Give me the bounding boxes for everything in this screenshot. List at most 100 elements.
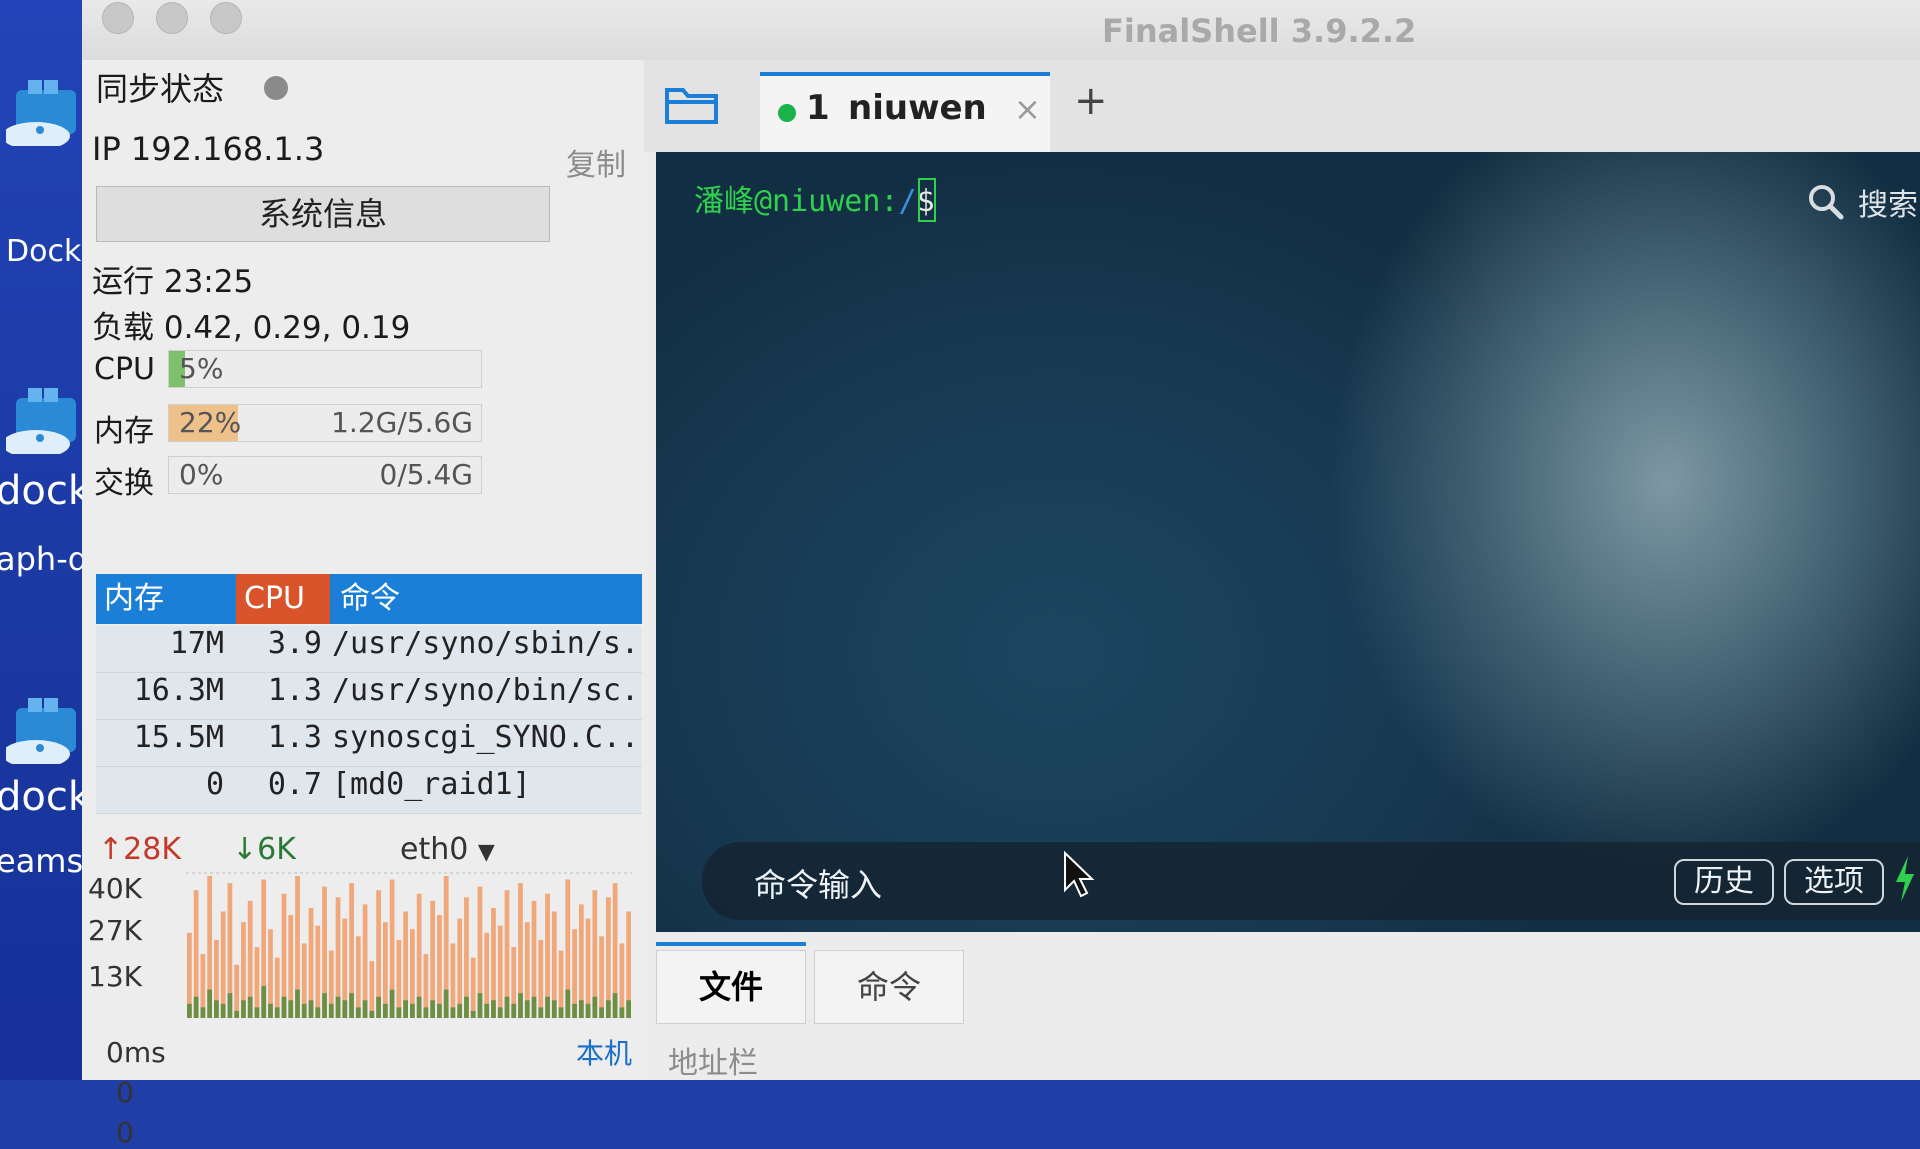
download-bar	[430, 1000, 436, 1018]
download-bar	[187, 1003, 192, 1018]
download-bar	[268, 1003, 273, 1018]
close-window-button[interactable]	[102, 2, 134, 34]
download-bar	[389, 989, 395, 1018]
terminal-search[interactable]: 搜索	[1858, 180, 1918, 224]
lightning-icon[interactable]	[1892, 854, 1918, 904]
process-command: /usr/syno/sbin/s...	[332, 626, 638, 661]
download-bar	[524, 1000, 530, 1018]
upload-bar	[497, 925, 503, 1018]
upload-bar	[315, 925, 321, 1018]
table-row[interactable]: 17M 3.9 /usr/syno/sbin/s...	[96, 626, 642, 673]
terminal-panel[interactable]: 潘峰@niuwen:/$ 搜索 命令输入 历史 选项	[656, 152, 1920, 932]
process-command: /usr/syno/bin/sc...	[332, 673, 638, 708]
network-interface-select[interactable]: eth0 ▼	[400, 832, 495, 867]
column-header-memory[interactable]: 内存	[96, 574, 234, 624]
table-row[interactable]: 0 0.7 [md0_raid1]	[96, 767, 642, 814]
download-bar	[295, 989, 300, 1018]
download-bar	[342, 1000, 348, 1018]
desktop-label: dock	[0, 774, 84, 820]
download-bar	[376, 996, 381, 1018]
upload-bar	[538, 939, 544, 1018]
ping-host-select[interactable]: 本机	[576, 1032, 632, 1072]
download-bar	[362, 1000, 368, 1018]
process-cpu: 1.3	[267, 673, 322, 708]
download-bar	[207, 989, 213, 1018]
app-window: FinalShell 3.9.2.2 同步状态 IP 192.168.1.3 复…	[82, 0, 1920, 1149]
download-bar	[484, 1003, 490, 1018]
command-input-bar: 命令输入 历史 选项	[702, 842, 1920, 920]
process-memory: 15.5M	[133, 720, 224, 755]
cpu-percent: 5%	[179, 352, 224, 385]
download-bar	[369, 1010, 375, 1018]
download-bar	[288, 1000, 294, 1018]
minimize-window-button[interactable]	[156, 2, 188, 34]
download-bar	[261, 986, 267, 1018]
folder-icon[interactable]	[664, 82, 720, 128]
tab-files[interactable]: 文件	[656, 950, 806, 1024]
download-bar	[403, 1000, 408, 1018]
download-bar	[281, 996, 287, 1018]
chevron-down-icon: ▼	[477, 840, 495, 865]
ping-value: 0	[116, 1116, 134, 1149]
download-bar	[443, 989, 449, 1018]
close-tab-icon[interactable]: ×	[1014, 90, 1041, 128]
download-value: 6K	[257, 832, 296, 867]
download-bar	[491, 1000, 496, 1018]
search-icon[interactable]	[1806, 182, 1846, 222]
table-row[interactable]: 15.5M 1.3 synoscgi_SYNO.C...	[96, 720, 642, 767]
download-bar	[328, 1003, 334, 1018]
cpu-usage-bar: 5%	[168, 350, 482, 388]
desktop-label: eams	[0, 842, 84, 880]
download-bar	[518, 993, 523, 1018]
column-header-cpu[interactable]: CPU	[236, 574, 330, 624]
download-bar	[504, 996, 510, 1018]
system-info-button[interactable]: 系统信息	[96, 186, 550, 242]
download-bar	[626, 1000, 631, 1018]
download-bar	[585, 1003, 591, 1018]
process-command: [md0_raid1]	[332, 767, 531, 802]
ip-address: IP 192.168.1.3	[92, 130, 325, 168]
docker-icon[interactable]	[6, 72, 80, 146]
download-bar	[477, 993, 483, 1018]
column-header-command[interactable]: 命令	[332, 574, 640, 624]
add-tab-button[interactable]: +	[1074, 78, 1108, 124]
arrow-up-icon: ↑	[98, 832, 124, 867]
tab-commands[interactable]: 命令	[814, 950, 964, 1024]
upload-bar	[220, 911, 226, 1018]
download-bar	[382, 1003, 388, 1018]
download-bar	[612, 993, 618, 1018]
ping-latency: 0ms	[106, 1036, 166, 1069]
table-row[interactable]: 16.3M 1.3 /usr/syno/bin/sc...	[96, 673, 642, 720]
upload-speed: ↑28K	[98, 832, 181, 867]
download-bar	[464, 996, 469, 1018]
download-bar	[470, 1010, 476, 1018]
upload-bar	[382, 922, 388, 1018]
tab-niuwen[interactable]: 1 niuwen ×	[760, 72, 1050, 154]
upload-bar	[605, 897, 611, 1018]
upload-bar	[355, 936, 361, 1018]
docker-icon[interactable]	[6, 690, 80, 764]
interface-name: eth0	[400, 832, 469, 867]
swap-usage: 0/5.4G	[379, 458, 473, 491]
memory-usage-bar: 22% 1.2G/5.6G	[168, 404, 482, 442]
download-bar	[416, 996, 422, 1018]
download-bar	[457, 1003, 463, 1018]
ping-value: 0	[116, 1076, 134, 1109]
upload-bar	[234, 964, 240, 1018]
download-bar	[396, 1007, 402, 1018]
download-bar	[241, 1000, 246, 1018]
command-input[interactable]: 命令输入	[754, 860, 882, 906]
download-speed: ↓6K	[232, 832, 296, 867]
memory-usage: 1.2G/5.6G	[331, 406, 473, 439]
load-average: 负载 0.42, 0.29, 0.19	[92, 310, 411, 346]
history-button[interactable]: 历史	[1674, 859, 1774, 905]
bottom-panel: 文件 命令 地址栏	[656, 940, 1920, 1081]
options-button[interactable]: 选项	[1784, 859, 1884, 905]
download-bar	[619, 1007, 625, 1018]
sync-status-label: 同步状态	[96, 70, 225, 108]
download-bar	[423, 1007, 429, 1018]
traffic-y-label: 27K	[88, 914, 142, 947]
zoom-window-button[interactable]	[210, 2, 242, 34]
copy-ip-button[interactable]: 复制	[566, 140, 626, 184]
docker-icon[interactable]	[6, 380, 80, 454]
